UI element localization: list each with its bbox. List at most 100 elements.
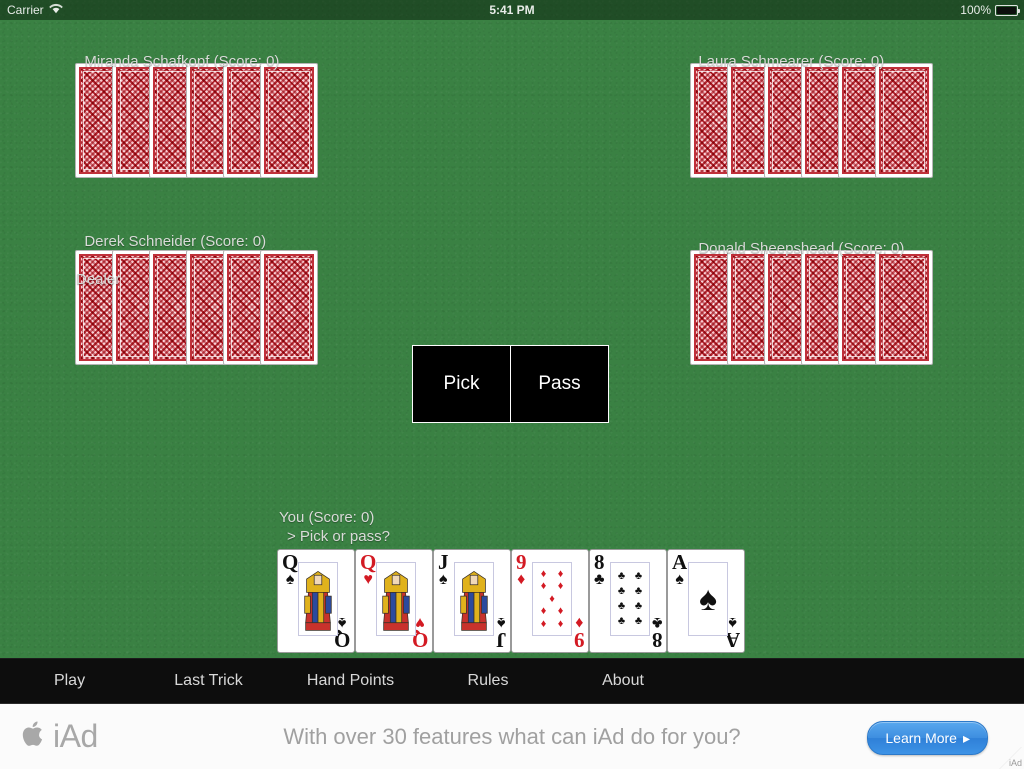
card-corner-tl: 8 ♣ [594,552,605,588]
card-suit-clubs-icon: ♣ [651,614,663,631]
card-suit-spades-icon: ♠ [285,571,295,588]
player-label-donald: Donald Sheepshead (Score: 0) [690,220,904,258]
card-pips: ♦ ♦ ♦ ♦ ♦ ♦ ♦ ♦ ♦ [533,563,571,635]
card-back-pattern [879,67,929,174]
player-label-miranda: Miranda Schafkopf (Score: 0) [76,33,279,71]
card-back-pattern [264,67,314,174]
court-card-figure [382,570,410,631]
pip: ♣ [634,585,643,597]
card-suit-spades-icon: ♠ [675,571,684,588]
card-suit-hearts-icon: ♥ [363,571,373,588]
card-suit-spades-icon: ♠ [496,614,506,631]
tab-about[interactable]: About [553,672,693,690]
player-label-laura: Laura Schmearer (Score: 0) [690,33,884,71]
card-suit-clubs-icon: ♣ [594,571,605,588]
card-big-suit-spades-icon: ♠ [698,580,718,618]
iad-wordmark: iAd [53,718,98,754]
card-corner-tl: A ♠ [672,552,687,588]
card-rank: Q [282,550,299,574]
card-back [260,63,318,178]
card-art [298,562,338,636]
card-rank: 8 [594,550,605,574]
card-rank: J [495,628,507,652]
battery-percent-label: 100% [960,3,991,17]
hand-miranda [75,63,337,178]
hand-card-9-diamonds[interactable]: 9 ♦ 9 ♦ ♦ ♦ ♦ ♦ ♦ ♦ ♦ ♦ ♦ [511,549,589,653]
card-art: ♣ ♣ ♣ ♣ ♣ ♣ ♣ ♣ [610,562,650,636]
pip: ♣ [634,600,643,612]
card-corner-tl: 9 ♦ [516,552,527,588]
card-art: ♠ [688,562,728,636]
pip: ♣ [617,585,626,597]
pip: ♦ [557,605,564,617]
card-art [454,562,494,636]
card-rank: A [672,550,688,574]
apple-logo-icon [22,719,47,754]
status-bar-right: 100% [960,0,1020,20]
pip: ♦ [549,592,555,605]
card-corner-br: 8 ♣ [651,614,663,652]
pass-button[interactable]: Pass [510,345,609,423]
card-corner-tl: J ♠ [438,552,449,588]
chevron-right-icon: ▸ [962,729,970,746]
card-rank: Q [360,550,377,574]
court-card-figure [460,570,488,631]
pip: ♣ [617,570,626,582]
dealer-badge: Dealer [76,271,121,288]
card-art: ♦ ♦ ♦ ♦ ♦ ♦ ♦ ♦ ♦ [532,562,572,636]
card-suit-diamonds-icon: ♦ [574,614,583,631]
tab-play[interactable]: Play [0,672,139,690]
pip: ♦ [557,567,564,580]
learn-more-label: Learn More [885,730,957,746]
card-rank: 8 [651,628,663,652]
battery-full-icon [995,4,1020,16]
hand-card-q-hearts[interactable]: Q ♥ Q ♥ [355,549,433,653]
learn-more-button[interactable]: Learn More ▸ [867,721,988,755]
card-rank: 9 [573,628,585,652]
player-name-donald: Donald Sheepshead (Score: 0) [698,240,905,257]
tab-hand-points[interactable]: Hand Points [278,672,423,690]
hand-donald [690,250,952,365]
card-back [875,63,933,178]
card-back-pattern [879,254,929,361]
hand-card-j-spades[interactable]: J ♠ J ♠ [433,549,511,653]
hand-card-8-clubs[interactable]: 8 ♣ 8 ♣ ♣ ♣ ♣ ♣ ♣ ♣ ♣ ♣ [589,549,667,653]
hand-laura [690,63,952,178]
prompt-line: > Pick or pass? [287,528,390,545]
card-rank: J [438,550,449,574]
card-art [376,562,416,636]
status-bar-time: 5:41 PM [489,3,535,17]
player-name-derek: Derek Schneider (Score: 0) [84,233,267,250]
tab-last-trick[interactable]: Last Trick [139,672,278,690]
you-name-line: You (Score: 0) [279,509,375,526]
player-label-derek: Derek Schneider (Score: 0) Dealer [76,213,266,308]
card-corner-tl: Q ♠ [282,552,298,588]
pip: ♦ [540,567,547,580]
pip: ♣ [634,615,643,627]
pip: ♦ [540,580,547,592]
pip: ♣ [634,570,643,582]
ad-corner-label: iAd [1008,758,1022,768]
pip: ♦ [540,605,547,617]
pick-button[interactable]: Pick [412,345,511,423]
hand-card-a-spades[interactable]: A ♠ A ♠ ♠ [667,549,745,653]
pip: ♣ [617,615,626,627]
card-corner-br: J ♠ [495,614,507,652]
card-pips: ♣ ♣ ♣ ♣ ♣ ♣ ♣ ♣ [611,563,649,635]
player-name-laura: Laura Schmearer (Score: 0) [698,53,885,70]
status-bar: Carrier 5:41 PM 100% [0,0,1024,20]
card-back-pattern [264,254,314,361]
pick-pass-button-group: Pick Pass [412,345,609,423]
court-card-figure [304,570,332,631]
player-name-miranda: Miranda Schafkopf (Score: 0) [84,53,280,70]
card-back [875,250,933,365]
tab-rules[interactable]: Rules [423,672,553,690]
card-suit-diamonds-icon: ♦ [517,571,526,588]
iad-banner[interactable]: With over 30 features what can iAd do fo… [0,703,1024,769]
card-back [260,250,318,365]
pip: ♦ [557,617,564,630]
card-rank: 9 [516,550,527,574]
hand-card-q-spades[interactable]: Q ♠ Q ♠ [277,549,355,653]
tab-bar: Play Last Trick Hand Points Rules About [0,658,1024,703]
pip: ♦ [540,617,547,630]
